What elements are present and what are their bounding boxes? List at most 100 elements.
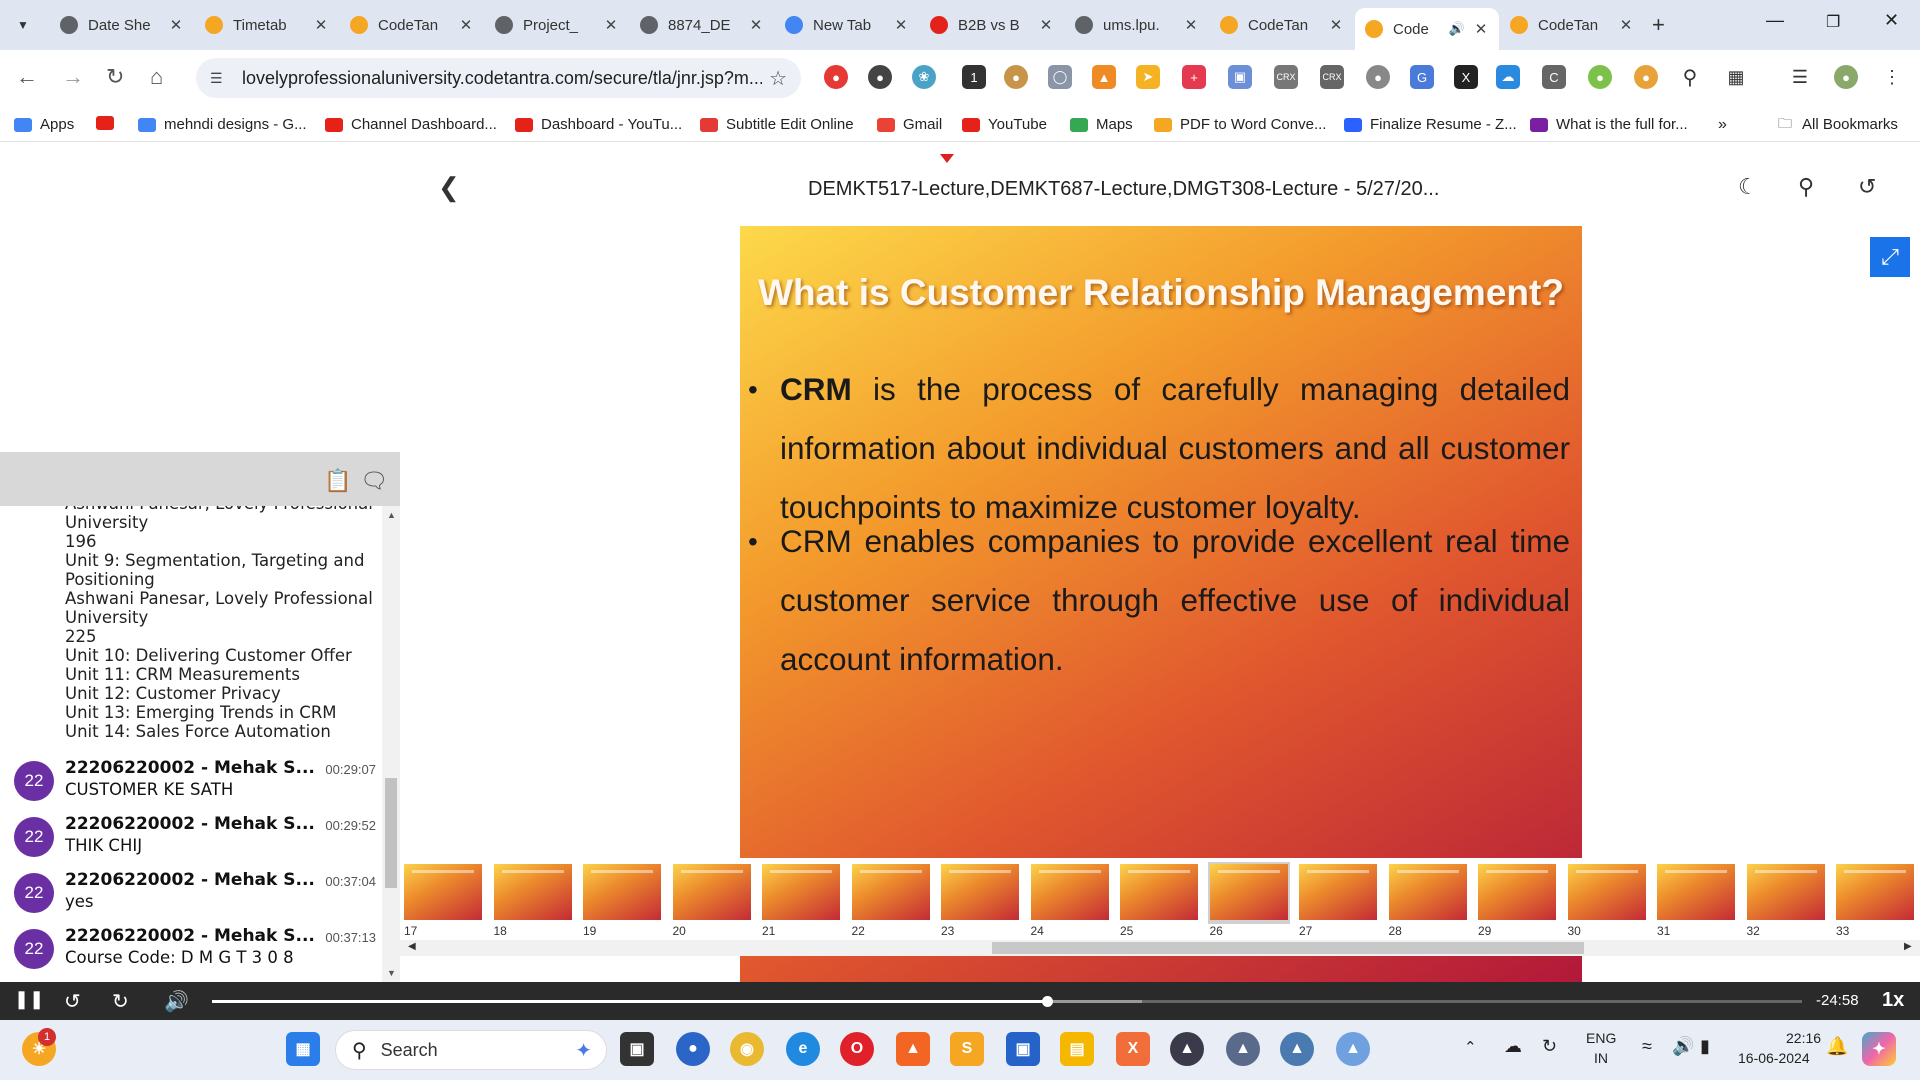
bookmark-item[interactable]: Subtitle Edit Online xyxy=(700,116,854,133)
edge-icon[interactable]: e xyxy=(786,1032,820,1066)
slide-thumbnail[interactable]: 21 xyxy=(760,862,842,938)
progress-knob[interactable] xyxy=(1041,996,1053,1007)
back-icon[interactable]: ← xyxy=(16,64,38,90)
tab-10[interactable]: CodeTan ✕ xyxy=(1500,8,1644,42)
zoom-icon[interactable]: ⚲ xyxy=(1678,65,1702,89)
pause-icon[interactable]: ❚❚ xyxy=(14,989,44,1010)
tray-chevron-icon[interactable]: ⌃ xyxy=(1464,1038,1477,1056)
tab-7[interactable]: ums.lpu. ✕ xyxy=(1065,8,1209,42)
chrome-alt-icon[interactable]: ● xyxy=(676,1032,710,1066)
c-extension-icon[interactable]: C xyxy=(1542,65,1566,89)
search-icon[interactable]: ⚲ xyxy=(1798,174,1814,200)
scroll-up-icon[interactable]: ▲ xyxy=(387,510,396,520)
clock-date[interactable]: 16-06-2024 xyxy=(1738,1050,1810,1066)
tab-close-icon[interactable]: ✕ xyxy=(893,16,909,34)
tab-close-icon[interactable]: ✕ xyxy=(603,16,619,34)
extensions-puzzle-icon[interactable]: ▦ xyxy=(1724,65,1748,89)
taskbar-search[interactable]: ⚲ Search ✦ xyxy=(335,1030,607,1070)
openai-extension-icon[interactable]: ❀ xyxy=(912,65,936,89)
scroll-left-icon[interactable]: ◀ xyxy=(408,941,416,952)
notes-icon[interactable]: 📋 xyxy=(324,468,351,494)
progress-bar[interactable] xyxy=(212,996,1802,1007)
url-text[interactable]: lovelyprofessionaluniversity.codetantra.… xyxy=(242,68,762,89)
restore-icon[interactable]: ❐ xyxy=(1826,12,1840,32)
tab-2[interactable]: CodeTan ✕ xyxy=(340,8,484,42)
volume-icon[interactable]: 🔊 xyxy=(164,989,189,1014)
onedrive-icon[interactable]: ☁ xyxy=(1504,1036,1522,1057)
home-icon[interactable]: ⌂ xyxy=(150,64,163,90)
audio-playing-icon[interactable]: 🔊 xyxy=(1449,21,1465,37)
slide-thumbnail[interactable]: 28 xyxy=(1387,862,1469,938)
sync-icon[interactable]: ↺ xyxy=(1858,174,1876,200)
forward-skip-icon[interactable]: ↻ xyxy=(112,989,129,1014)
slide-thumbnail[interactable]: 20 xyxy=(671,862,753,938)
x-extension-icon[interactable]: X xyxy=(1454,65,1478,89)
site-info-icon[interactable]: ☰ xyxy=(210,70,230,87)
tab-5[interactable]: New Tab ✕ xyxy=(775,8,919,42)
translate-extension-icon[interactable]: G xyxy=(1410,65,1434,89)
speaker-icon[interactable]: 🔊 xyxy=(1672,1036,1694,1057)
tab-search-dropdown[interactable]: ▼ xyxy=(10,12,36,38)
tab-close-icon[interactable]: ✕ xyxy=(1473,20,1489,38)
sync-tray-icon[interactable]: ↻ xyxy=(1542,1036,1557,1057)
wifi-icon[interactable]: ≈ xyxy=(1642,1036,1652,1057)
app-icon-2[interactable]: ▲ xyxy=(1226,1032,1260,1066)
chrome-color-extension-icon[interactable]: ● xyxy=(1634,65,1658,89)
bookmark-item[interactable]: Maps xyxy=(1070,116,1133,133)
window-close-icon[interactable]: ✕ xyxy=(1884,10,1899,31)
battery-icon[interactable]: ▮ xyxy=(1700,1036,1710,1057)
slide-thumbnail[interactable]: 33 xyxy=(1834,862,1916,938)
chat-scrollbar[interactable]: ▲ ▼ xyxy=(382,506,400,982)
new-tab-button[interactable]: + xyxy=(1652,12,1665,38)
thumbnail-scrollbar[interactable]: ◀ ▶ xyxy=(400,940,1920,956)
bookmark-item[interactable]: Dashboard - YouTu... xyxy=(515,116,682,133)
slide-thumbnail[interactable]: 18 xyxy=(492,862,574,938)
bookmark-item[interactable]: What is the full for... xyxy=(1530,116,1688,133)
app-icon-4[interactable]: ▲ xyxy=(1336,1032,1370,1066)
send-extension-icon[interactable]: ➤ xyxy=(1136,65,1160,89)
scroll-down-icon[interactable]: ▼ xyxy=(387,968,396,978)
bookmark-item[interactable]: Gmail xyxy=(877,116,942,133)
bookmark-item[interactable]: Channel Dashboard... xyxy=(325,116,497,133)
cloud-extension-icon[interactable]: ☁ xyxy=(1496,65,1520,89)
tab-close-icon[interactable]: ✕ xyxy=(748,16,764,34)
slide-thumbnail[interactable]: 25 xyxy=(1118,862,1200,938)
copilot-icon[interactable]: ✦ xyxy=(1862,1032,1896,1066)
chat-icon[interactable]: 🗨 xyxy=(360,468,388,494)
back-chevron-icon[interactable]: ❮ xyxy=(438,172,460,203)
bomb-extension-icon[interactable]: ● xyxy=(868,65,892,89)
slide-thumbnail[interactable]: 32 xyxy=(1745,862,1827,938)
bookmark-star-icon[interactable]: ☆ xyxy=(769,66,787,91)
task-view-icon[interactable]: ▣ xyxy=(620,1032,654,1066)
slide-thumbnail[interactable]: 26 xyxy=(1207,862,1290,938)
language-line-2[interactable]: IN xyxy=(1594,1050,1608,1066)
thumbnail-scroll-thumb[interactable] xyxy=(992,942,1584,954)
slide-thumbnail[interactable]: 24 xyxy=(1029,862,1111,938)
chrome-icon[interactable]: ◉ xyxy=(730,1032,764,1066)
address-bar[interactable]: ☰ lovelyprofessionaluniversity.codetantr… xyxy=(196,58,801,98)
image-extension-icon[interactable]: ▣ xyxy=(1228,65,1252,89)
tab-close-icon[interactable]: ✕ xyxy=(1038,16,1054,34)
tab-close-icon[interactable]: ✕ xyxy=(168,16,184,34)
tab-close-icon[interactable]: ✕ xyxy=(1618,16,1634,34)
tab-close-icon[interactable]: ✕ xyxy=(313,16,329,34)
tab-1[interactable]: Timetab ✕ xyxy=(195,8,339,42)
crx-extension-icon-2[interactable]: CRX xyxy=(1320,65,1344,89)
windows-start-icon[interactable]: ▦ xyxy=(286,1032,320,1066)
brave-icon[interactable]: ▲ xyxy=(896,1032,930,1066)
tab-8[interactable]: CodeTan ✕ xyxy=(1210,8,1354,42)
chat-scroll-thumb[interactable] xyxy=(385,778,397,888)
bookmark-item[interactable]: Apps xyxy=(14,116,74,133)
app-icon-3[interactable]: ▲ xyxy=(1280,1032,1314,1066)
reload-icon[interactable]: ↻ xyxy=(106,64,124,90)
crx-extension-icon[interactable]: CRX xyxy=(1274,65,1298,89)
slide-thumbnail[interactable]: 22 xyxy=(850,862,932,938)
slide-thumbnail[interactable]: 27 xyxy=(1297,862,1379,938)
menu-kebab-icon[interactable]: ⋮ xyxy=(1880,65,1904,89)
sublime-icon[interactable]: S xyxy=(950,1032,984,1066)
tab-3[interactable]: Project_ ✕ xyxy=(485,8,629,42)
tab-0[interactable]: Date She ✕ xyxy=(50,8,194,42)
rewind-icon[interactable]: ↺ xyxy=(64,989,81,1014)
more-bookmarks-icon[interactable]: » xyxy=(1718,116,1727,134)
opera-icon[interactable]: O xyxy=(840,1032,874,1066)
